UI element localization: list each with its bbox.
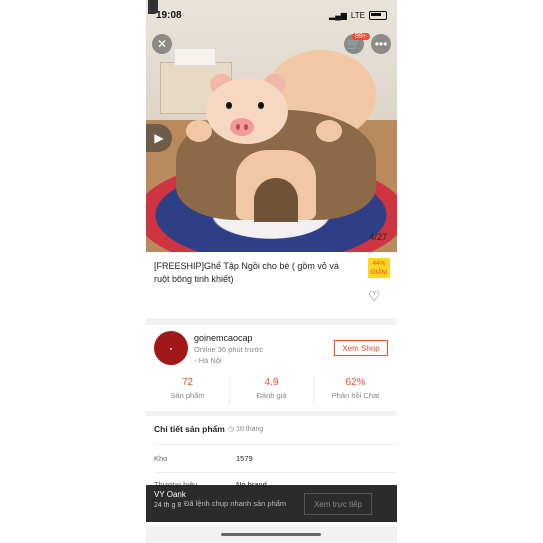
- stat-value: 62%: [345, 377, 366, 388]
- more-button[interactable]: •••: [371, 34, 391, 54]
- status-time: 19:08: [156, 9, 182, 21]
- stat-chat-response[interactable]: 62% Phản hồi Chat: [314, 375, 397, 405]
- image-counter: 4/27: [369, 232, 387, 242]
- battery-icon: [369, 10, 387, 20]
- detail-label-stock: Kho: [154, 454, 168, 463]
- shop-section: ● goinemcaocap Online 36 phút trước ◦ Hà…: [146, 325, 397, 411]
- pig-eye-right: [258, 102, 264, 109]
- close-icon: ✕: [156, 37, 168, 51]
- divider: [154, 472, 397, 473]
- divider: [154, 444, 397, 445]
- play-icon: ▶: [154, 131, 164, 145]
- product-title: [FREESHIP]Ghế Tập Ngồi cho bé ( gồm vỏ v…: [154, 261, 339, 284]
- chair-hole: [254, 178, 298, 222]
- stat-label: Đánh giá: [256, 391, 287, 400]
- view-shop-button[interactable]: Xem Shop: [334, 340, 388, 356]
- discount-label: GIẢM: [370, 269, 388, 276]
- more-icon: •••: [374, 37, 388, 51]
- pig-nostril-right: [244, 124, 248, 130]
- heart-icon: ♡: [368, 288, 381, 304]
- stat-rating[interactable]: 4.9 Đánh giá: [230, 375, 314, 405]
- home-indicator[interactable]: [221, 533, 321, 536]
- pig-nostril-left: [236, 124, 240, 130]
- shop-online-status: Online 36 phút trước: [194, 345, 264, 354]
- chat-user-name: VY Oank: [154, 490, 186, 499]
- stat-label: Phản hồi Chat: [331, 391, 380, 400]
- wall-sign: [174, 48, 216, 66]
- shop-location: ◦ Hà Nội: [194, 356, 222, 365]
- shop-avatar[interactable]: ●: [154, 331, 188, 365]
- shop-name[interactable]: goinemcaocap: [194, 333, 253, 343]
- cart-badge: 99+: [352, 33, 370, 40]
- pig-hand-right: [316, 120, 342, 142]
- signal-icon: ▂▄▆: [328, 10, 347, 20]
- details-time-text: 10 tháng: [236, 426, 264, 433]
- status-icons: ▂▄▆ LTE: [328, 10, 387, 20]
- discount-badge: 44% GIẢM: [368, 258, 390, 278]
- live-chat-bar: VY Oank 24 th g 8 Đã lệnh chụp nhanh sản…: [146, 485, 397, 522]
- network-label: LTE: [350, 10, 365, 20]
- close-button[interactable]: ✕: [152, 34, 172, 54]
- watch-live-button[interactable]: Xem trực tiếp: [304, 493, 372, 515]
- detail-value-stock: 1579: [236, 454, 253, 463]
- shop-stats: 72 Sản phẩm 4.9 Đánh giá 62% Phản hồi Ch…: [146, 375, 397, 405]
- like-button[interactable]: ♡: [368, 288, 381, 305]
- details-heading: Chi tiết sản phẩm: [154, 424, 225, 434]
- product-title-section: [FREESHIP]Ghế Tập Ngồi cho bé ( gồm vỏ v…: [146, 252, 397, 318]
- stat-value: 4.9: [264, 377, 279, 388]
- stat-value: 72: [181, 377, 194, 388]
- chat-time: 24 th g 8: [154, 502, 182, 509]
- status-bar: 19:08 ▂▄▆ LTE: [146, 0, 397, 30]
- details-time: ◷ 10 tháng: [228, 425, 263, 433]
- chat-message: Đã lệnh chụp nhanh sản phẩm: [184, 499, 287, 508]
- pig-snout: [230, 118, 254, 136]
- phone-screen: 19:08 ▂▄▆ LTE ✕ 🛒 99+ ••• ▶ 4/27 [FREESH…: [146, 0, 397, 543]
- stat-products[interactable]: 72 Sản phẩm: [146, 375, 230, 405]
- pig-eye-left: [226, 102, 232, 109]
- shop-logo-mark: ●: [169, 345, 173, 351]
- discount-percent: 44%: [372, 260, 386, 267]
- shop-location-text: Hà Nội: [198, 356, 222, 365]
- clock-icon: ◷: [228, 426, 237, 433]
- stat-label: Sản phẩm: [170, 391, 205, 400]
